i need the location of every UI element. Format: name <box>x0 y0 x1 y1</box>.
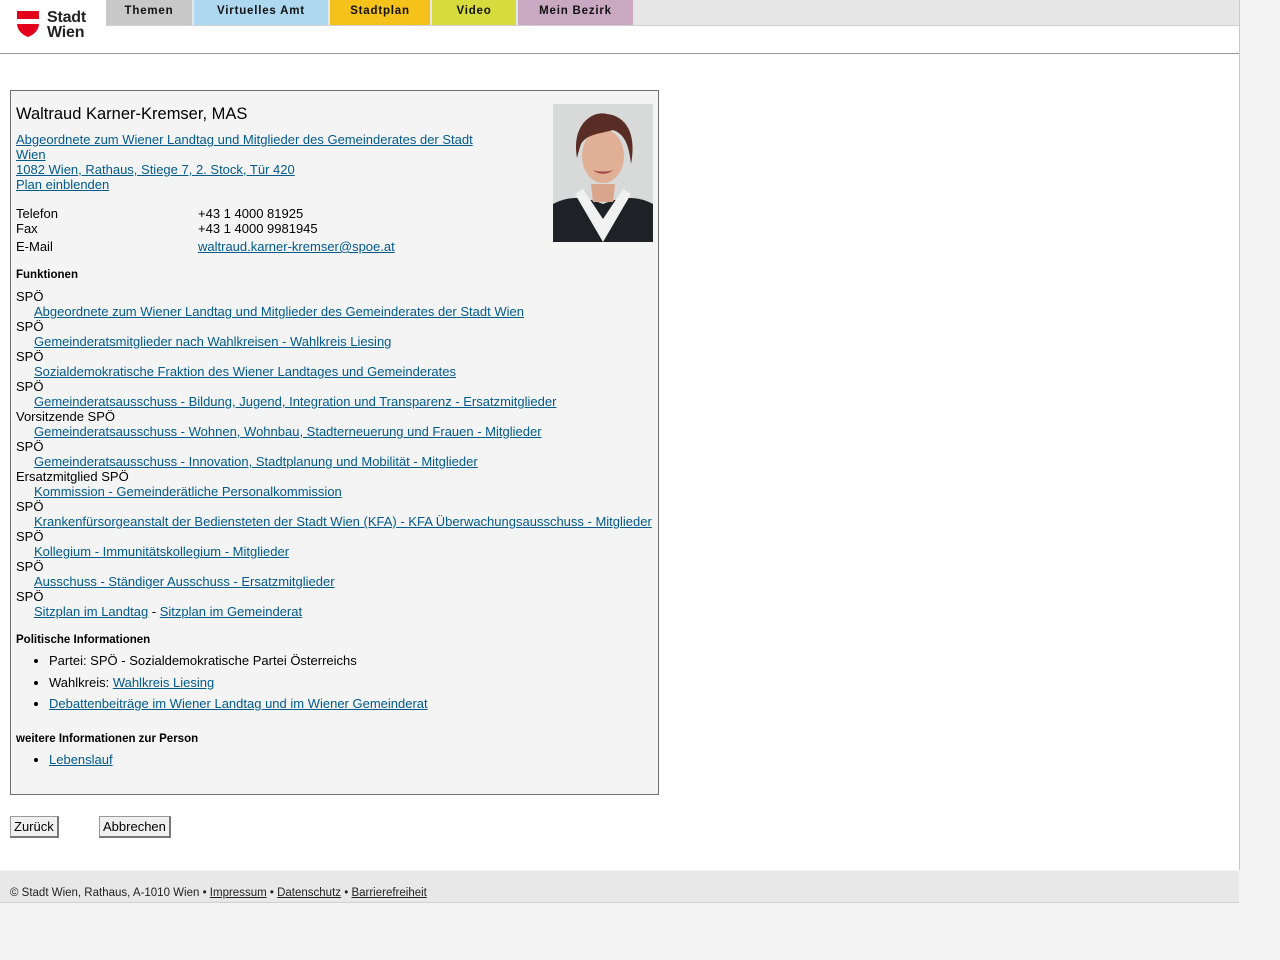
footer-copyright: © Stadt Wien, Rathaus, A-1010 Wien • <box>10 887 210 899</box>
role-link-line2[interactable]: Wien <box>16 147 486 162</box>
logo-text-line2: Wien <box>47 24 85 41</box>
function-link[interactable]: Ausschuss - Ständiger Ausschuss - Ersatz… <box>34 574 335 589</box>
contact-label: Telefon <box>16 206 58 221</box>
main-navigation: Themen Virtuelles Amt Stadtplan Video Me… <box>106 0 1239 26</box>
email-link[interactable]: waltraud.karner-kremser@spoe.at <box>198 239 395 254</box>
seating-role: SPÖ <box>16 589 44 604</box>
contact-label: E-Mail <box>16 239 53 254</box>
barrierefreiheit-link[interactable]: Barrierefreiheit <box>351 887 426 899</box>
function-link[interactable]: Gemeinderatsausschuss - Innovation, Stad… <box>34 454 478 469</box>
function-item: SPÖ Abgeordnete zum Wiener Landtag und M… <box>16 289 656 319</box>
person-name: Waltraud Karner-Kremser, MAS <box>16 105 248 123</box>
function-item: SPÖ Gemeinderatsausschuss - Bildung, Jug… <box>16 379 656 409</box>
footer-separator: • <box>266 887 278 899</box>
header: Stadt Wien Themen Virtuelles Amt Stadtpl… <box>0 0 1239 54</box>
political-info-list: Partei: SPÖ - Sozialdemokratische Partei… <box>16 650 428 715</box>
nav-tab-stadtplan[interactable]: Stadtplan <box>330 0 430 25</box>
datenschutz-link[interactable]: Datenschutz <box>277 887 341 899</box>
back-button[interactable]: Zurück <box>10 816 59 838</box>
function-link[interactable]: Kollegium - Immunitätskollegium - Mitgli… <box>34 544 289 559</box>
functions-list: SPÖ Abgeordnete zum Wiener Landtag und M… <box>16 289 656 619</box>
contact-value: +43 1 4000 9981945 <box>198 221 318 236</box>
nav-tab-video[interactable]: Video <box>432 0 516 25</box>
function-role: SPÖ <box>16 319 44 334</box>
person-photo <box>553 104 653 242</box>
address-block: Abgeordnete zum Wiener Landtag und Mitgl… <box>16 132 486 192</box>
cancel-button[interactable]: Abbrechen <box>99 816 171 838</box>
function-item: Vorsitzende SPÖ Gemeinderatsausschuss - … <box>16 409 656 439</box>
function-link[interactable]: Gemeinderatsausschuss - Bildung, Jugend,… <box>34 394 556 409</box>
nav-tab-virtuelles-amt[interactable]: Virtuelles Amt <box>194 0 328 25</box>
function-role: SPÖ <box>16 559 44 574</box>
stadt-wien-logo[interactable]: Stadt Wien <box>16 10 92 42</box>
contact-label: Fax <box>16 221 38 236</box>
functions-heading: Funktionen <box>16 269 78 281</box>
logo-text: Stadt Wien <box>47 9 87 41</box>
function-role: Vorsitzende SPÖ <box>16 409 115 424</box>
function-link[interactable]: Gemeinderatsausschuss - Wohnen, Wohnbau,… <box>34 424 542 439</box>
function-link[interactable]: Abgeordnete zum Wiener Landtag und Mitgl… <box>34 304 524 319</box>
page: Stadt Wien Themen Virtuelles Amt Stadtpl… <box>0 0 1240 870</box>
seating-item: SPÖ Sitzplan im Landtag - Sitzplan im Ge… <box>16 589 656 619</box>
function-role: SPÖ <box>16 349 44 364</box>
function-item: SPÖ Gemeinderatsausschuss - Innovation, … <box>16 439 656 469</box>
logo-text-line1: Stadt <box>47 9 87 26</box>
impressum-link[interactable]: Impressum <box>210 887 267 899</box>
wahlkreis-link[interactable]: Wahlkreis Liesing <box>113 675 214 690</box>
function-item: SPÖ Krankenfürsorgeanstalt der Bedienste… <box>16 499 656 529</box>
function-role: SPÖ <box>16 379 44 394</box>
function-item: SPÖ Kollegium - Immunitätskollegium - Mi… <box>16 529 656 559</box>
plan-einblenden-link[interactable]: Plan einblenden <box>16 177 486 192</box>
footer-line: © Stadt Wien, Rathaus, A-1010 Wien • Imp… <box>10 871 427 915</box>
sitzplan-gemeinderat-link[interactable]: Sitzplan im Gemeinderat <box>160 604 302 619</box>
function-link[interactable]: Sozialdemokratische Fraktion des Wiener … <box>34 364 456 379</box>
function-role: SPÖ <box>16 439 44 454</box>
contact-value: +43 1 4000 81925 <box>198 206 304 221</box>
cv-item: Lebenslauf <box>49 749 113 771</box>
vienna-shield-icon <box>17 11 39 37</box>
seating-separator: - <box>148 604 160 619</box>
footer: © Stadt Wien, Rathaus, A-1010 Wien • Imp… <box>0 871 1239 903</box>
function-item: SPÖ Sozialdemokratische Fraktion des Wie… <box>16 349 656 379</box>
nav-tab-themen[interactable]: Themen <box>106 0 192 25</box>
function-link[interactable]: Kommission - Gemeinderätliche Personalko… <box>34 484 342 499</box>
footer-separator: • <box>341 887 352 899</box>
function-role: SPÖ <box>16 529 44 544</box>
nav-tab-mein-bezirk[interactable]: Mein Bezirk <box>518 0 633 25</box>
wahlkreis-label: Wahlkreis: <box>49 674 113 690</box>
debates-link[interactable]: Debattenbeiträge im Wiener Landtag und i… <box>49 696 428 711</box>
person-detail-box: Waltraud Karner-Kremser, MAS Abgeordnete… <box>10 90 659 795</box>
lebenslauf-link[interactable]: Lebenslauf <box>49 752 113 767</box>
function-role: SPÖ <box>16 499 44 514</box>
party-text: Partei: SPÖ - Sozialdemokratische Partei… <box>49 653 357 668</box>
role-link-line1[interactable]: Abgeordnete zum Wiener Landtag und Mitgl… <box>16 132 486 147</box>
address-link[interactable]: 1082 Wien, Rathaus, Stiege 7, 2. Stock, … <box>16 162 486 177</box>
function-link[interactable]: Gemeinderatsmitglieder nach Wahlkreisen … <box>34 334 391 349</box>
wahlkreis-item: Wahlkreis: Wahlkreis Liesing <box>49 672 428 694</box>
political-info-heading: Politische Informationen <box>16 634 151 646</box>
function-role: SPÖ <box>16 289 44 304</box>
function-item: SPÖ Gemeinderatsmitglieder nach Wahlkrei… <box>16 319 656 349</box>
sitzplan-landtag-link[interactable]: Sitzplan im Landtag <box>34 604 148 619</box>
more-info-list: Lebenslauf <box>16 749 113 771</box>
debates-item: Debattenbeiträge im Wiener Landtag und i… <box>49 693 428 715</box>
function-role: Ersatzmitglied SPÖ <box>16 469 129 484</box>
function-item: Ersatzmitglied SPÖ Kommission - Gemeinde… <box>16 469 656 499</box>
more-info-heading: weitere Informationen zur Person <box>16 733 199 745</box>
party-item: Partei: SPÖ - Sozialdemokratische Partei… <box>49 650 428 672</box>
function-link[interactable]: Krankenfürsorgeanstalt der Bediensteten … <box>34 514 652 529</box>
function-item: SPÖ Ausschuss - Ständiger Ausschuss - Er… <box>16 559 656 589</box>
